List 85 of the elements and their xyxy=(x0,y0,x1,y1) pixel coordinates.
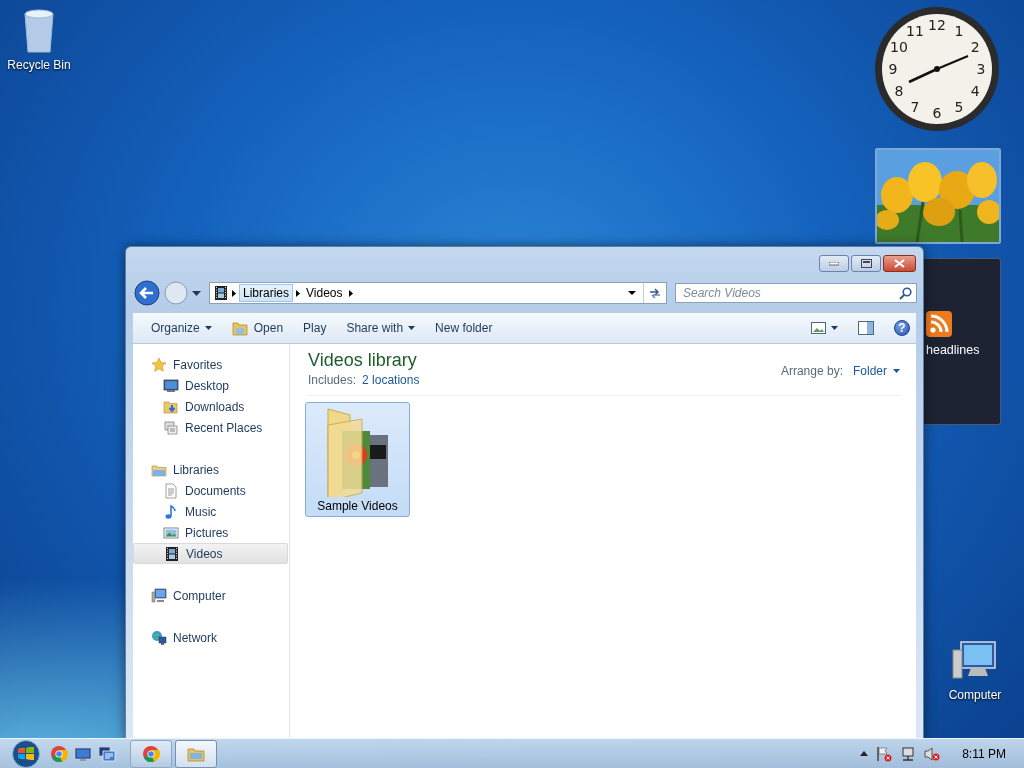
search-field[interactable]: Search Videos xyxy=(675,283,917,303)
locations-link[interactable]: 2 locations xyxy=(362,373,420,387)
navigation-item[interactable]: Computer xyxy=(133,585,289,606)
navigation-item[interactable]: Videos xyxy=(133,543,288,564)
rss-icon xyxy=(926,311,952,337)
clock-time[interactable]: 8:11 PM xyxy=(962,746,1006,761)
navigation-item[interactable]: Network xyxy=(133,627,289,648)
monitor-icon xyxy=(163,377,179,394)
dropdown-caret-icon[interactable] xyxy=(628,291,636,295)
close-icon xyxy=(894,259,905,268)
navigation-item[interactable]: Documents xyxy=(133,480,289,501)
open-folder-icon xyxy=(231,320,249,336)
show-hidden-icons-button[interactable] xyxy=(860,751,869,756)
taskbar-button[interactable] xyxy=(175,739,217,768)
clock-numeral: 10 xyxy=(890,39,908,55)
desktop-icon-label[interactable]: Recycle Bin xyxy=(7,58,71,72)
network-icon xyxy=(151,629,167,646)
address-bar[interactable]: Libraries Videos xyxy=(209,282,667,304)
desktop-icon-label[interactable]: Computer xyxy=(948,688,1002,702)
preview-pane-icon xyxy=(858,321,874,335)
computer-icon xyxy=(151,587,167,604)
breadcrumb-arrow-icon[interactable] xyxy=(348,289,353,297)
switch-windows-icon[interactable] xyxy=(98,744,116,763)
breadcrumb[interactable]: Videos xyxy=(303,285,346,301)
clock-numeral: 6 xyxy=(932,105,942,121)
chrome-icon[interactable] xyxy=(50,744,68,763)
navigation-item[interactable]: Desktop xyxy=(133,375,289,396)
flag-icon[interactable] xyxy=(876,745,893,762)
clock-numeral: 2 xyxy=(970,39,980,55)
recent-pages-button[interactable] xyxy=(192,290,201,296)
clock-numeral: 5 xyxy=(954,99,964,116)
folder-item[interactable]: Sample Videos xyxy=(305,402,410,517)
volume-icon[interactable] xyxy=(924,745,941,762)
network-icon[interactable] xyxy=(900,745,917,762)
navigation-item[interactable]: Libraries xyxy=(133,459,289,480)
music-note-icon xyxy=(163,503,179,520)
back-button[interactable] xyxy=(134,280,160,306)
toolbar-button[interactable]: Organize xyxy=(143,317,220,339)
caret-icon xyxy=(893,369,900,373)
toolbar-button[interactable]: New folder xyxy=(427,317,501,339)
recent-places-icon xyxy=(163,419,179,436)
film-strip-icon xyxy=(164,545,180,562)
navigation-item[interactable]: Favorites xyxy=(133,354,289,375)
breadcrumb-arrow-icon[interactable] xyxy=(296,289,301,297)
includes-label: Includes: xyxy=(308,373,357,387)
recycle-bin-icon[interactable] xyxy=(22,8,56,54)
download-folder-icon xyxy=(163,398,179,415)
caret-icon xyxy=(831,326,838,330)
breadcrumb[interactable]: Libraries xyxy=(239,284,294,302)
toolbar-button[interactable]: Open xyxy=(223,316,292,340)
clock-numeral: 1 xyxy=(954,22,964,39)
chrome-icon[interactable] xyxy=(142,744,160,763)
clock-numeral: 7 xyxy=(910,99,920,116)
toolbar-button[interactable]: Share with xyxy=(338,317,424,339)
navigation-item[interactable]: Recent Places xyxy=(133,417,289,438)
maximize-icon xyxy=(860,259,872,268)
film-strip-icon xyxy=(213,285,229,301)
search-icon[interactable] xyxy=(899,287,912,300)
show-desktop-icon[interactable] xyxy=(74,744,92,763)
minimize-icon xyxy=(829,261,839,266)
library-title: Videos library xyxy=(308,350,418,371)
caret-icon xyxy=(408,326,416,330)
pictures-icon xyxy=(163,524,179,541)
clock-numeral: 3 xyxy=(976,61,986,77)
navigation-item[interactable]: Downloads xyxy=(133,396,289,417)
maximize-button[interactable] xyxy=(851,255,881,272)
clock-numeral: 11 xyxy=(906,22,924,39)
close-button[interactable] xyxy=(883,255,916,272)
star-icon xyxy=(151,356,167,373)
toolbar-button[interactable]: Play xyxy=(295,317,335,339)
clock-numeral: 8 xyxy=(894,83,904,99)
breadcrumb-arrow-icon[interactable] xyxy=(232,289,236,297)
refresh-icon[interactable] xyxy=(648,287,662,299)
taskbar-button[interactable] xyxy=(130,739,172,768)
feed-headline[interactable]: headlines xyxy=(926,343,980,357)
arrange-by-label: Arrange by: xyxy=(780,364,843,378)
clock-numeral: 12 xyxy=(928,17,946,33)
navigation-item[interactable]: Music xyxy=(133,501,289,522)
document-icon xyxy=(163,482,179,499)
arrange-by-dropdown[interactable]: Folder xyxy=(853,364,900,378)
caret-icon xyxy=(204,326,212,330)
view-icon xyxy=(811,322,826,334)
clock-numeral: 4 xyxy=(970,83,980,99)
navigation-item[interactable]: Pictures xyxy=(133,522,289,543)
clock-numeral: 9 xyxy=(888,61,898,77)
